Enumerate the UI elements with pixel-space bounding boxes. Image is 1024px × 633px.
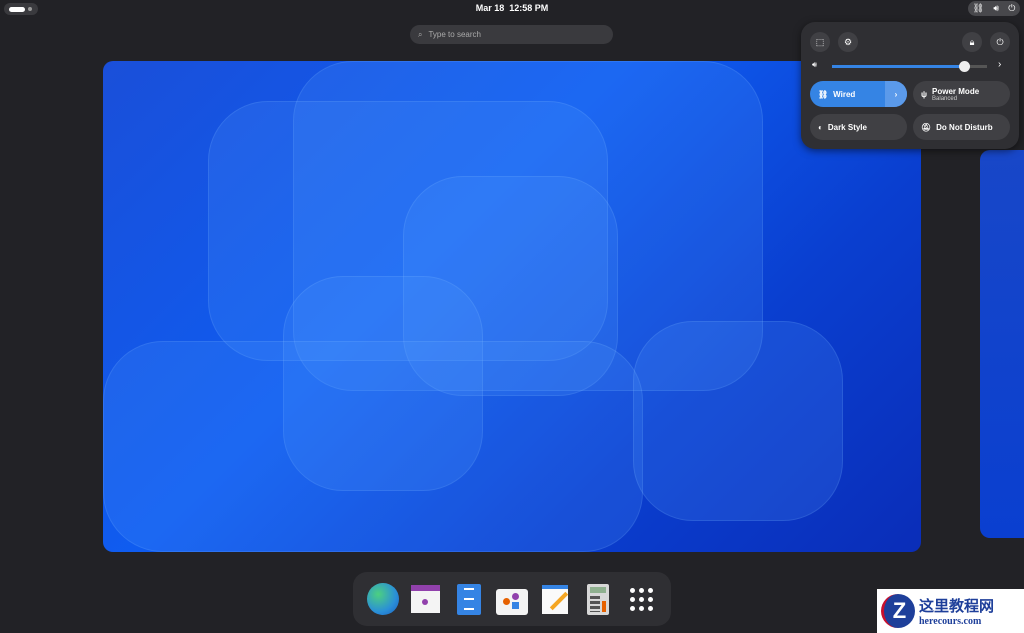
software-icon bbox=[495, 588, 528, 615]
network-icon: ⛓ bbox=[972, 3, 985, 13]
text-editor-icon bbox=[542, 584, 569, 614]
tile-label: Do Not Disturb bbox=[936, 122, 993, 132]
do-not-disturb-toggle[interactable]: 🔕︎ Do Not Disturb bbox=[913, 114, 1010, 140]
search-input[interactable]: ⌕ Type to search bbox=[410, 25, 613, 44]
tile-label: Power Mode bbox=[932, 86, 980, 96]
grid-icon bbox=[629, 587, 653, 611]
software-app[interactable] bbox=[495, 583, 528, 615]
calculator-icon bbox=[587, 583, 610, 615]
dark-style-icon: ◐ bbox=[818, 122, 823, 132]
show-apps-button[interactable] bbox=[625, 583, 657, 615]
time: 12:58 PM bbox=[509, 3, 549, 13]
chevron-right-icon: › bbox=[894, 89, 898, 99]
globe-icon bbox=[366, 583, 399, 615]
files-app[interactable] bbox=[453, 583, 485, 615]
dark-style-toggle[interactable]: ◐ Dark Style bbox=[810, 114, 907, 140]
clock[interactable]: Mar 18 12:58 PM bbox=[0, 3, 1024, 13]
wired-menu-button[interactable]: › bbox=[885, 81, 907, 107]
volume-icon: 🔊︎ bbox=[993, 3, 999, 13]
calendar-app[interactable] bbox=[410, 583, 442, 615]
chevron-right-icon[interactable]: › bbox=[998, 59, 1001, 70]
power-icon: ⏻ bbox=[996, 36, 1004, 47]
bell-off-icon: 🔕︎ bbox=[921, 122, 932, 132]
wired-toggle[interactable]: ⛓ Wired › bbox=[810, 81, 907, 107]
lock-icon: 🔒︎ bbox=[969, 36, 975, 47]
tile-label: Dark Style bbox=[827, 122, 867, 132]
calendar-icon bbox=[411, 585, 441, 613]
power-mode-toggle[interactable]: ψ Power Mode Balanced bbox=[913, 81, 1010, 107]
web-browser-app[interactable] bbox=[366, 583, 399, 615]
tile-sublabel: Balanced bbox=[932, 95, 958, 102]
calculator-app[interactable] bbox=[582, 583, 614, 615]
date: Mar 18 bbox=[475, 3, 505, 13]
wallpaper-shape bbox=[103, 341, 643, 552]
dock bbox=[353, 572, 671, 626]
search-placeholder: Type to search bbox=[428, 30, 481, 39]
settings-button[interactable]: ⚙ bbox=[838, 32, 858, 52]
volume-fill bbox=[832, 65, 964, 68]
gear-icon: ⚙ bbox=[843, 36, 853, 47]
screenshot-icon: ⬚ bbox=[815, 36, 825, 47]
text-editor-app[interactable] bbox=[539, 583, 571, 615]
search-icon: ⌕ bbox=[418, 29, 423, 39]
top-bar: Mar 18 12:58 PM ⛓ 🔊︎ ⏻ bbox=[0, 0, 1024, 18]
workspace-thumbnail[interactable] bbox=[103, 61, 921, 552]
watermark-title: 这里教程网 bbox=[919, 597, 995, 615]
quick-settings-menu: ⬚ ⚙ 🔒︎ ⏻ 🔊︎ › ⛓ Wired › ψ Power Mode Balance… bbox=[801, 22, 1019, 149]
next-workspace-thumbnail[interactable] bbox=[980, 150, 1024, 538]
tile-label: Wired bbox=[833, 89, 856, 99]
watermark-url: herecours.com bbox=[919, 616, 982, 627]
power-mode-icon: ψ bbox=[921, 89, 928, 99]
power-icon: ⏻ bbox=[1008, 3, 1016, 13]
power-button[interactable]: ⏻ bbox=[990, 32, 1010, 52]
volume-icon: 🔊︎ bbox=[812, 60, 818, 69]
watermark: Z 这里教程网 herecours.com bbox=[877, 589, 1024, 633]
watermark-logo: Z bbox=[881, 594, 915, 628]
lock-button[interactable]: 🔒︎ bbox=[962, 32, 982, 52]
network-icon: ⛓ bbox=[818, 89, 829, 99]
system-tray[interactable]: ⛓ 🔊︎ ⏻ bbox=[968, 1, 1020, 16]
wallpaper-shape bbox=[633, 321, 843, 521]
volume-knob[interactable] bbox=[958, 61, 970, 72]
files-icon bbox=[456, 583, 481, 615]
screenshot-button[interactable]: ⬚ bbox=[810, 32, 830, 52]
volume-slider[interactable] bbox=[832, 61, 987, 72]
